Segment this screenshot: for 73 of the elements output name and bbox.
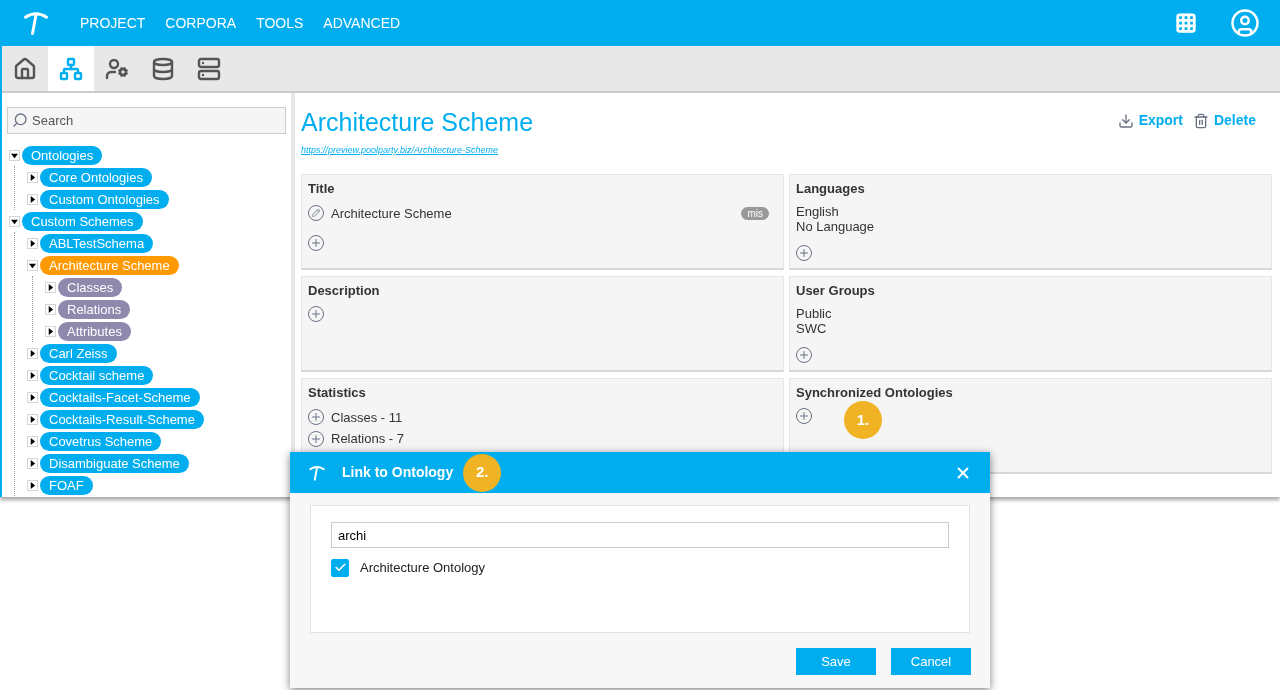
tree-node[interactable]: FOAF: [40, 475, 93, 495]
tree-node[interactable]: Architecture Scheme: [40, 255, 179, 275]
nav-link[interactable]: TOOLS: [256, 12, 304, 34]
action-link[interactable]: Delete: [1192, 110, 1256, 131]
search-field[interactable]: archi: [331, 522, 949, 548]
step-marker: 2.: [463, 453, 502, 492]
expand-toggle-icon[interactable]: [27, 259, 38, 271]
expand-toggle-icon[interactable]: [27, 413, 38, 425]
tree-node[interactable]: Custom Ontologies: [40, 189, 169, 209]
card-title: Statistics: [308, 384, 367, 402]
pickaxe-logo-icon: [22, 9, 50, 37]
card-title: Description: [308, 282, 381, 300]
list-value: SWC: [796, 320, 828, 336]
search-field[interactable]: Search: [7, 107, 286, 134]
list-value: No Language: [796, 218, 876, 234]
language-tag: mis: [741, 206, 769, 220]
trash-icon: [1192, 112, 1209, 129]
tree-node[interactable]: Relations: [58, 299, 131, 319]
pickaxe-logo-icon: [308, 463, 326, 482]
expand-toggle-icon[interactable]: [27, 193, 38, 205]
dialog-button[interactable]: Save: [796, 648, 876, 675]
expand-toggle-icon[interactable]: [27, 369, 38, 381]
tree-node[interactable]: Cocktails-Result-Scheme: [40, 409, 204, 429]
tree-node[interactable]: Carl Zeiss: [40, 343, 117, 363]
url-link[interactable]: https://preview.poolparty.biz/Architecture-Scheme: [301, 145, 498, 155]
expand-toggle-icon[interactable]: [27, 457, 38, 469]
card-title: Languages: [796, 180, 866, 198]
expand-toggle-icon[interactable]: [27, 391, 38, 403]
tree-node[interactable]: Cocktail scheme: [40, 365, 154, 385]
nav-link[interactable]: CORPORA: [165, 12, 237, 34]
expand-toggle-icon[interactable]: [9, 215, 20, 227]
tree-node[interactable]: Custom Schemes: [22, 211, 143, 231]
action-link[interactable]: Export: [1117, 110, 1183, 131]
card-title: Title: [308, 180, 336, 198]
stat-value: Relations - 7: [331, 430, 404, 448]
nav-link[interactable]: ADVANCED: [323, 12, 401, 34]
expand-toggle-icon[interactable]: [45, 325, 56, 337]
download-icon: [1117, 112, 1134, 129]
expand-toggle-icon[interactable]: [45, 281, 56, 293]
expand-toggle-icon[interactable]: [27, 435, 38, 447]
user-settings-icon: [105, 56, 129, 81]
tree-node[interactable]: Covetrus Scheme: [40, 431, 162, 451]
nav-link[interactable]: PROJECT: [80, 12, 146, 34]
tree-node[interactable]: Cocktails-Facet-Scheme: [40, 387, 200, 407]
list-value: English: [796, 203, 840, 219]
step-marker: 1.: [844, 401, 882, 439]
tree-node[interactable]: ABLTestSchema: [40, 233, 154, 253]
database-icon: [151, 56, 175, 81]
label-value: Architecture Scheme: [331, 204, 452, 223]
checkbox[interactable]: [331, 558, 349, 577]
dialog-title: Link to Ontology: [342, 463, 454, 482]
home-icon: [13, 56, 37, 81]
tree-node[interactable]: Disambiguate Scheme: [40, 453, 189, 473]
expand-toggle-icon[interactable]: [27, 237, 38, 249]
expand-toggle-icon[interactable]: [45, 303, 56, 315]
tree-node[interactable]: Core Ontologies: [40, 167, 152, 187]
expand-toggle-icon[interactable]: [9, 149, 20, 161]
sitemap-icon: [59, 56, 83, 81]
server-icon: [197, 56, 221, 81]
option-label: Architecture Ontology: [360, 559, 485, 577]
page-title: Architecture Scheme: [301, 108, 534, 136]
tree-node[interactable]: Ontologies: [22, 145, 103, 165]
card-title: Synchronized Ontologies: [796, 384, 954, 402]
dialog-button[interactable]: Cancel: [891, 648, 971, 675]
stat-value: Classes - 11: [331, 408, 403, 427]
tree-node[interactable]: Attributes: [58, 321, 131, 341]
expand-toggle-icon[interactable]: [27, 479, 38, 491]
expand-toggle-icon[interactable]: [27, 347, 38, 359]
expand-toggle-icon[interactable]: [27, 171, 38, 183]
tree-node[interactable]: Classes: [58, 277, 123, 297]
card-title: User Groups: [796, 282, 876, 300]
list-value: Public: [796, 305, 833, 321]
search-icon: [12, 112, 28, 128]
